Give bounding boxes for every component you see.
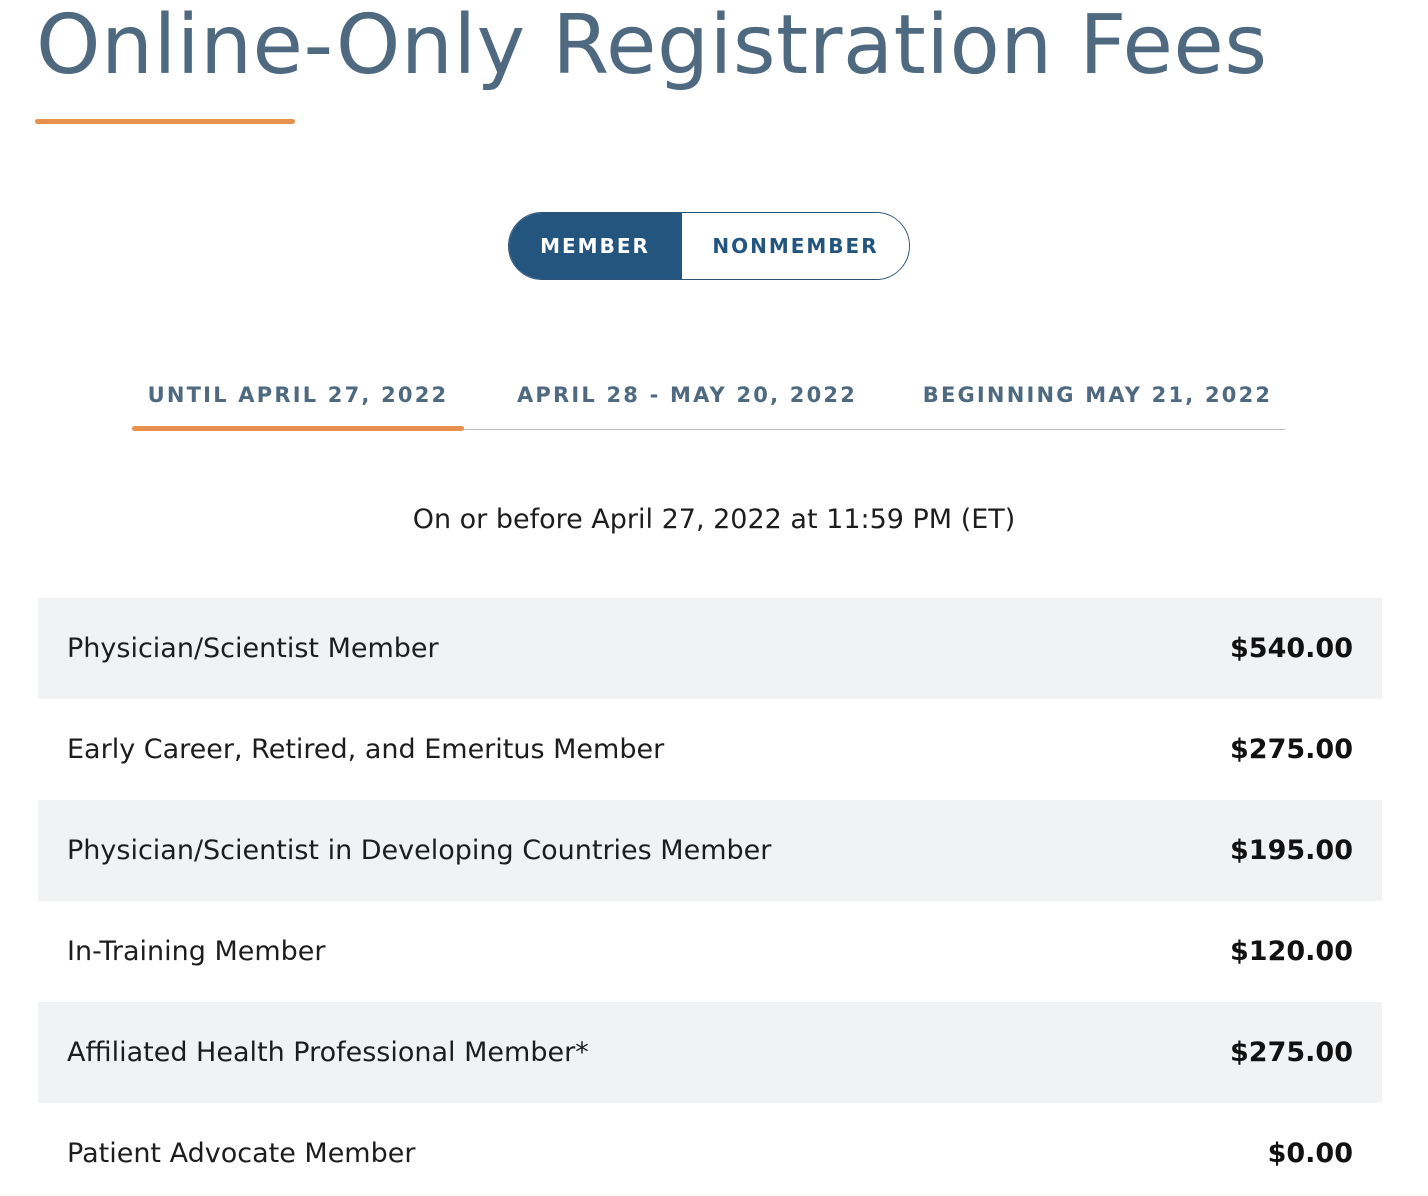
tab-april-28-may-20[interactable]: APRIL 28 - MAY 20, 2022 [504, 360, 870, 430]
fee-price: $120.00 [1230, 936, 1353, 967]
fee-price: $540.00 [1230, 633, 1353, 664]
member-toggle-button[interactable]: MEMBER [509, 213, 681, 279]
period-description: On or before April 27, 2022 at 11:59 PM … [412, 504, 1016, 535]
table-row: Patient Advocate Member $0.00 [38, 1103, 1382, 1196]
fee-price: $195.00 [1230, 835, 1353, 866]
fee-price: $275.00 [1230, 1037, 1353, 1068]
active-tab-indicator [132, 426, 464, 431]
title-underline [35, 119, 295, 124]
fee-category-label: Patient Advocate Member [67, 1138, 416, 1169]
period-tabs: UNTIL APRIL 27, 2022 APRIL 28 - MAY 20, … [132, 360, 1285, 431]
fee-category-label: In-Training Member [67, 936, 326, 967]
fee-category-label: Early Career, Retired, and Emeritus Memb… [67, 734, 665, 765]
tab-until-april-27[interactable]: UNTIL APRIL 27, 2022 [132, 360, 464, 430]
tab-beginning-may-21[interactable]: BEGINNING MAY 21, 2022 [910, 360, 1285, 430]
fee-category-label: Physician/Scientist in Developing Countr… [67, 835, 772, 866]
table-row: Physician/Scientist Member $540.00 [38, 598, 1382, 699]
fee-price: $275.00 [1230, 734, 1353, 765]
page-title: Online-Only Registration Fees [36, 0, 1268, 93]
fee-price: $0.00 [1267, 1138, 1353, 1169]
table-row: In-Training Member $120.00 [38, 901, 1382, 1002]
table-row: Affiliated Health Professional Member* $… [38, 1002, 1382, 1103]
nonmember-toggle-button[interactable]: NONMEMBER [681, 213, 909, 279]
fee-table: Physician/Scientist Member $540.00 Early… [38, 598, 1382, 1196]
membership-toggle: MEMBER NONMEMBER [508, 212, 910, 280]
table-row: Physician/Scientist in Developing Countr… [38, 800, 1382, 901]
fee-category-label: Affiliated Health Professional Member* [67, 1037, 589, 1068]
fee-category-label: Physician/Scientist Member [67, 633, 439, 664]
table-row: Early Career, Retired, and Emeritus Memb… [38, 699, 1382, 800]
registration-fees-page: Online-Only Registration Fees MEMBER NON… [0, 0, 1428, 1196]
